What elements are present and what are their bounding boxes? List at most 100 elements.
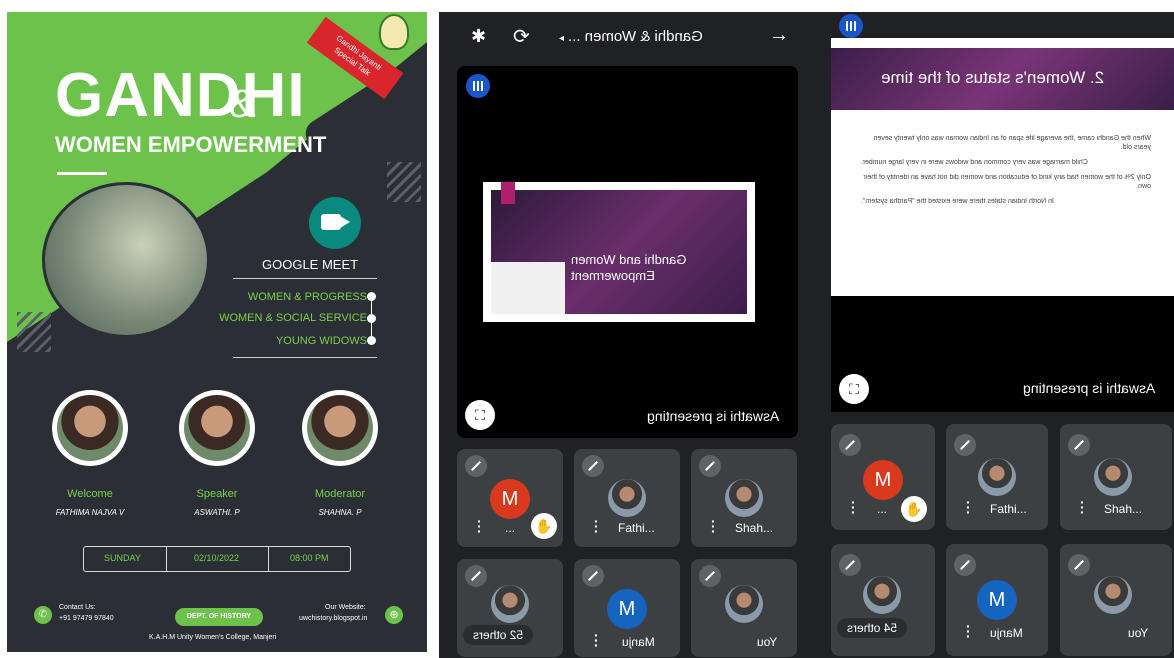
participant-photo — [725, 479, 763, 517]
college-name: K.A.H.M Unity Women's College, Manjeri — [149, 634, 277, 641]
event-time: 08:00 PM — [290, 553, 329, 563]
title-underline — [57, 172, 107, 175]
bullet-item: When the Gandhi came ,the average life s… — [873, 135, 1151, 151]
topic-bullet — [367, 314, 376, 323]
speaking-indicator-icon — [839, 14, 863, 38]
mic-muted-icon — [465, 565, 487, 587]
bluetooth-icon[interactable]: ✱ — [471, 26, 486, 47]
role-label: Welcome — [67, 488, 113, 500]
switch-camera-icon[interactable]: ⟳ — [513, 24, 530, 49]
participant-avatar: M — [977, 580, 1017, 620]
meeting-title: Gandhi & Women ... — [568, 28, 703, 45]
slide-heading: 2. Women's status of the time — [881, 68, 1105, 87]
date-time-box: SUNDAY 02/10/2022 08:00 PM — [83, 546, 351, 572]
globe-icon: ⊕ — [385, 606, 403, 624]
participant-tile[interactable]: M · · · Manju — [574, 559, 680, 657]
participant-tile[interactable]: · · · Shah... — [691, 449, 797, 547]
more-options-icon[interactable]: · · · — [711, 514, 716, 538]
participant-photo — [725, 585, 763, 623]
slide-header: 2. Women's status of the time — [831, 48, 1174, 110]
presentation-slide[interactable]: 2. Women's status of the time When the G… — [831, 38, 1174, 296]
decor-stripes — [17, 312, 51, 352]
slide-content: Gandhi and Women Empowerment — [491, 182, 747, 314]
mic-muted-icon — [465, 455, 487, 477]
bullet-item: Only 2% of the women had any kind of edu… — [863, 174, 1151, 190]
contact-label: Contact Us: — [59, 604, 96, 611]
more-options-icon[interactable]: · · · — [966, 619, 971, 643]
more-options-icon[interactable]: · · · — [594, 514, 599, 538]
presentation-tile[interactable]: Gandhi and Women Empowerment ⛶ Aswathi i… — [457, 66, 798, 438]
person-name: FATHIMA NAJVA V — [55, 508, 125, 517]
mic-muted-icon — [699, 565, 721, 587]
participant-tile[interactable]: M · · · ... ✋ — [831, 424, 935, 530]
dept-badge: DEPT. OF HISTORY — [175, 608, 263, 626]
divider — [233, 357, 377, 358]
more-options-icon[interactable]: · · · — [966, 495, 971, 519]
divider — [233, 278, 377, 279]
participant-name: Shah... — [1104, 502, 1143, 516]
mic-muted-icon — [954, 554, 976, 576]
poster-title-subtitle: WOMEN EMPOWERMENT — [55, 132, 327, 157]
role-label: Speaker — [196, 488, 238, 500]
topic-item: YOUNG WIDOWS — [275, 335, 367, 347]
more-options-icon[interactable]: · · · — [477, 514, 482, 538]
mic-muted-icon — [582, 565, 604, 587]
presenting-label: Aswathi is presenting — [1023, 380, 1156, 396]
fullscreen-icon[interactable]: ⛶ — [839, 374, 869, 404]
participant-photo — [608, 479, 646, 517]
poster-title-gandhi: GANDHI — [55, 61, 306, 130]
mic-muted-icon — [1068, 434, 1090, 456]
participant-tile[interactable]: M · · · ... ✋ — [457, 449, 563, 547]
bullet-item: Child marriage was very common and widow… — [861, 159, 1088, 166]
moderator-photo — [302, 390, 378, 466]
phone-icon: ✆ — [34, 606, 52, 624]
speaking-indicator-icon — [466, 74, 490, 98]
platform-label: GOOGLE MEET — [262, 257, 359, 272]
participant-photo — [491, 585, 529, 623]
raised-hand-icon: ✋ — [531, 513, 557, 539]
website-label: Our Website: — [325, 604, 366, 611]
slide-frame: Gandhi and Women Empowerment — [483, 182, 755, 322]
participant-tile[interactable]: M · · · Manju — [946, 544, 1048, 656]
participant-name: Shah... — [735, 521, 774, 535]
participant-tile[interactable]: · · · Fathi... — [946, 424, 1048, 530]
event-poster: Gandhi Jayanti Special Talk GANDHI & WOM… — [7, 12, 427, 652]
speaker-photo — [179, 390, 255, 466]
mic-muted-icon — [839, 554, 861, 576]
meet-screen-2: 2. Women's status of the time When the G… — [815, 12, 1174, 658]
participant-name: Manju — [622, 635, 655, 649]
participant-name: You — [1128, 626, 1149, 640]
event-day: SUNDAY — [104, 553, 141, 563]
meeting-title-button[interactable]: ◂ Gandhi & Women ... — [559, 28, 703, 45]
participant-name: Fathi... — [990, 502, 1027, 516]
participant-avatar: M — [607, 589, 647, 629]
others-tile[interactable]: 54 others — [831, 544, 935, 656]
others-count: 54 others — [837, 618, 908, 638]
more-options-icon[interactable]: · · · — [1080, 495, 1085, 519]
participant-photo — [1094, 458, 1132, 496]
more-options-icon[interactable]: · · · — [851, 495, 856, 519]
divider — [268, 547, 269, 571]
presenting-label: Aswathi is presenting — [647, 408, 780, 424]
contact-phone: +91 97479 97840 — [59, 615, 114, 622]
others-tile[interactable]: 52 others — [457, 559, 563, 657]
event-date: 02/10/2022 — [194, 553, 240, 563]
participant-tile[interactable]: · · · Fathi... — [574, 449, 680, 547]
participant-name: Manju — [990, 626, 1023, 640]
welcome-photo — [52, 390, 128, 466]
participant-photo — [863, 576, 901, 614]
role-label: Moderator — [314, 488, 366, 500]
participant-name: Fathi... — [618, 521, 655, 535]
others-count: 52 others — [463, 625, 534, 645]
participant-tile[interactable]: · · · Shah... — [1060, 424, 1172, 530]
mic-muted-icon — [1068, 554, 1090, 576]
participant-name: ... — [877, 502, 888, 516]
mic-muted-icon — [582, 455, 604, 477]
more-options-icon[interactable]: · · · — [594, 628, 599, 652]
self-tile[interactable]: You — [691, 559, 797, 657]
mic-muted-icon — [699, 455, 721, 477]
slide-title: Gandhi and Women Empowerment — [571, 252, 687, 283]
self-tile[interactable]: You — [1060, 544, 1172, 656]
arrow-right-icon[interactable]: → — [769, 24, 789, 47]
fullscreen-icon[interactable]: ⛶ — [465, 400, 495, 430]
